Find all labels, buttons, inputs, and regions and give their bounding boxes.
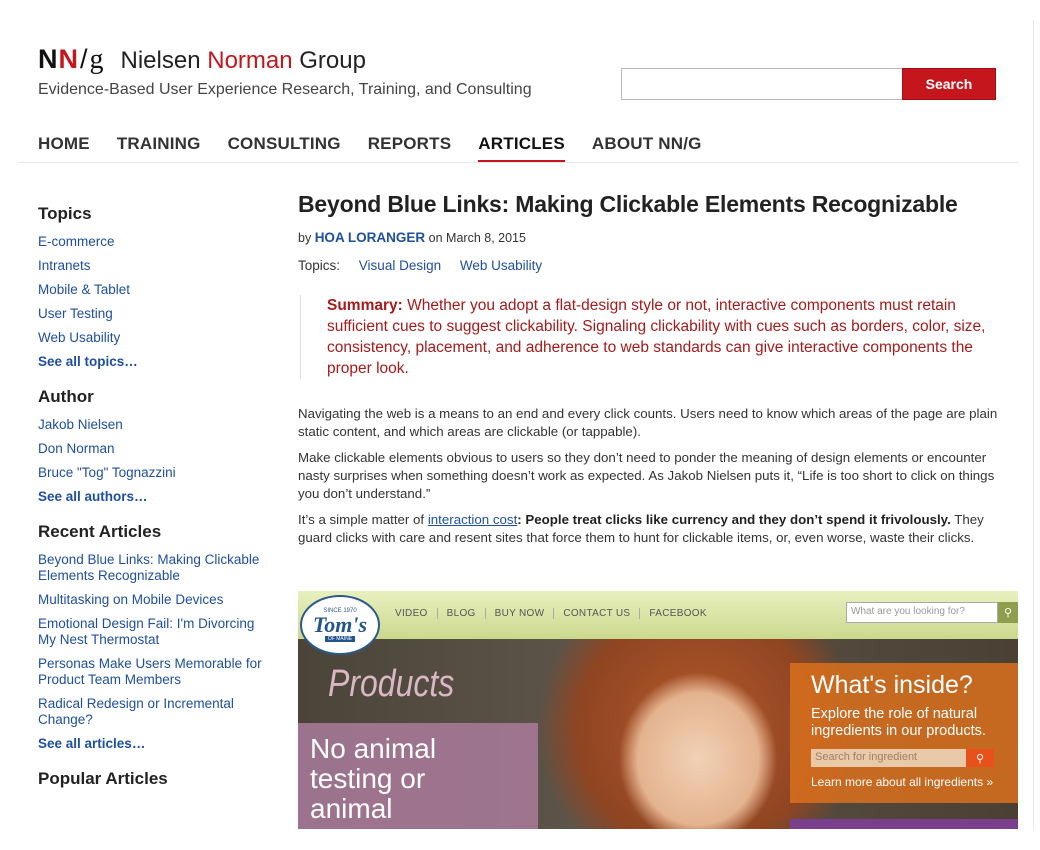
main-nav: HOME TRAINING CONSULTING REPORTS ARTICLE… (38, 134, 729, 163)
article-summary: Summary: Whether you adopt a flat-design… (300, 295, 1000, 379)
nav-training[interactable]: TRAINING (117, 134, 201, 163)
article-byline: by HOA LORANGER on March 8, 2015 (298, 230, 526, 245)
example-no-animal-text: No animal testing or animal (310, 733, 437, 824)
sidebar-author-link[interactable]: Bruce "Tog" Tognazzini (38, 465, 268, 481)
page-edge-divider (1033, 20, 1034, 830)
nav-home[interactable]: HOME (38, 134, 90, 163)
logo-mark: NN/g (38, 44, 105, 75)
example-ingredient-search: Search for ingredient (811, 749, 966, 767)
nav-about[interactable]: ABOUT NN/G (592, 134, 702, 163)
example-nav-item: CONTACT US (554, 608, 641, 619)
example-nav: VIDEO BLOG BUY NOW CONTACT US FACEBOOK (395, 608, 716, 619)
interaction-cost-link[interactable]: interaction cost (428, 512, 517, 527)
sidebar: Topics E-commerce Intranets Mobile & Tab… (38, 204, 268, 799)
example-search-input: What are you looking for? (846, 602, 998, 623)
article-topics: Topics: Visual Design Web Usability (298, 258, 543, 273)
sidebar-topic-link[interactable]: User Testing (38, 306, 268, 322)
logo-name: Nielsen Norman Group (120, 47, 366, 74)
article-body: Navigating the web is a means to an end … (298, 405, 1018, 547)
sidebar-heading-popular: Popular Articles (38, 769, 168, 788)
example-nav-item: BLOG (438, 608, 486, 619)
example-learn-more-link: Learn more about all ingredients » (811, 775, 994, 789)
example-nav-item: FACEBOOK (649, 608, 707, 619)
search-icon: ⚲ (998, 602, 1018, 623)
sidebar-topic-link[interactable]: E-commerce (38, 234, 268, 250)
article-title: Beyond Blue Links: Making Clickable Elem… (298, 191, 958, 217)
sidebar-recent-link[interactable]: Emotional Design Fail: I'm Divorcing My … (38, 616, 268, 648)
article-main: Beyond Blue Links: Making Clickable Elem… (298, 191, 1018, 555)
nav-consulting[interactable]: CONSULTING (228, 134, 341, 163)
body-paragraph: Navigating the web is a means to an end … (298, 406, 998, 439)
nav-reports[interactable]: REPORTS (368, 134, 452, 163)
example-whats-inside: What's inside? (811, 671, 973, 699)
example-nav-item: BUY NOW (486, 608, 555, 619)
body-paragraph: Make clickable elements obvious to users… (298, 450, 995, 501)
body-paragraph: It’s a simple matter of interaction cost… (298, 512, 984, 545)
sidebar-heading-topics: Topics (38, 204, 92, 223)
search-icon: ⚲ (966, 749, 994, 767)
example-screenshot: SINCE 1970 Tom's OF MAINE VIDEO BLOG BUY… (298, 591, 1018, 829)
topic-link-visual-design[interactable]: Visual Design (359, 258, 441, 273)
sidebar-recent-link[interactable]: Multitasking on Mobile Devices (38, 592, 268, 608)
sidebar-recent-link[interactable]: Radical Redesign or Incremental Change? (38, 696, 268, 728)
see-all-authors-link[interactable]: See all authors… (38, 489, 268, 504)
example-nav-item: VIDEO (395, 608, 438, 619)
search-input[interactable] (621, 68, 903, 100)
nav-divider (18, 162, 1018, 163)
author-link[interactable]: HOA LORANGER (315, 230, 426, 245)
see-all-topics-link[interactable]: See all topics… (38, 354, 268, 369)
site-tagline: Evidence-Based User Experience Research,… (38, 81, 532, 98)
toms-logo: SINCE 1970 Tom's OF MAINE (300, 595, 380, 655)
article-date: on March 8, 2015 (425, 231, 526, 245)
sidebar-heading-recent: Recent Articles (38, 522, 162, 541)
sidebar-heading-author: Author (38, 387, 94, 406)
sidebar-author-link[interactable]: Don Norman (38, 441, 268, 457)
sidebar-topic-link[interactable]: Mobile & Tablet (38, 282, 268, 298)
example-purple-bar (790, 819, 1018, 829)
sidebar-recent-link[interactable]: Beyond Blue Links: Making Clickable Elem… (38, 552, 268, 584)
search-button[interactable]: Search (902, 68, 996, 100)
see-all-articles-link[interactable]: See all articles… (38, 736, 268, 751)
sidebar-author-link[interactable]: Jakob Nielsen (38, 417, 268, 433)
topic-link-web-usability[interactable]: Web Usability (460, 258, 542, 273)
sidebar-topic-link[interactable]: Web Usability (38, 330, 268, 346)
nav-articles[interactable]: ARTICLES (478, 134, 565, 163)
sidebar-topic-link[interactable]: Intranets (38, 258, 268, 274)
example-explore-text: Explore the role of natural ingredients … (811, 706, 986, 739)
example-products-heading: Products (328, 661, 455, 705)
sidebar-recent-link[interactable]: Personas Make Users Memorable for Produc… (38, 656, 268, 688)
site-logo[interactable]: NN/g Nielsen Norman Group (38, 44, 366, 76)
